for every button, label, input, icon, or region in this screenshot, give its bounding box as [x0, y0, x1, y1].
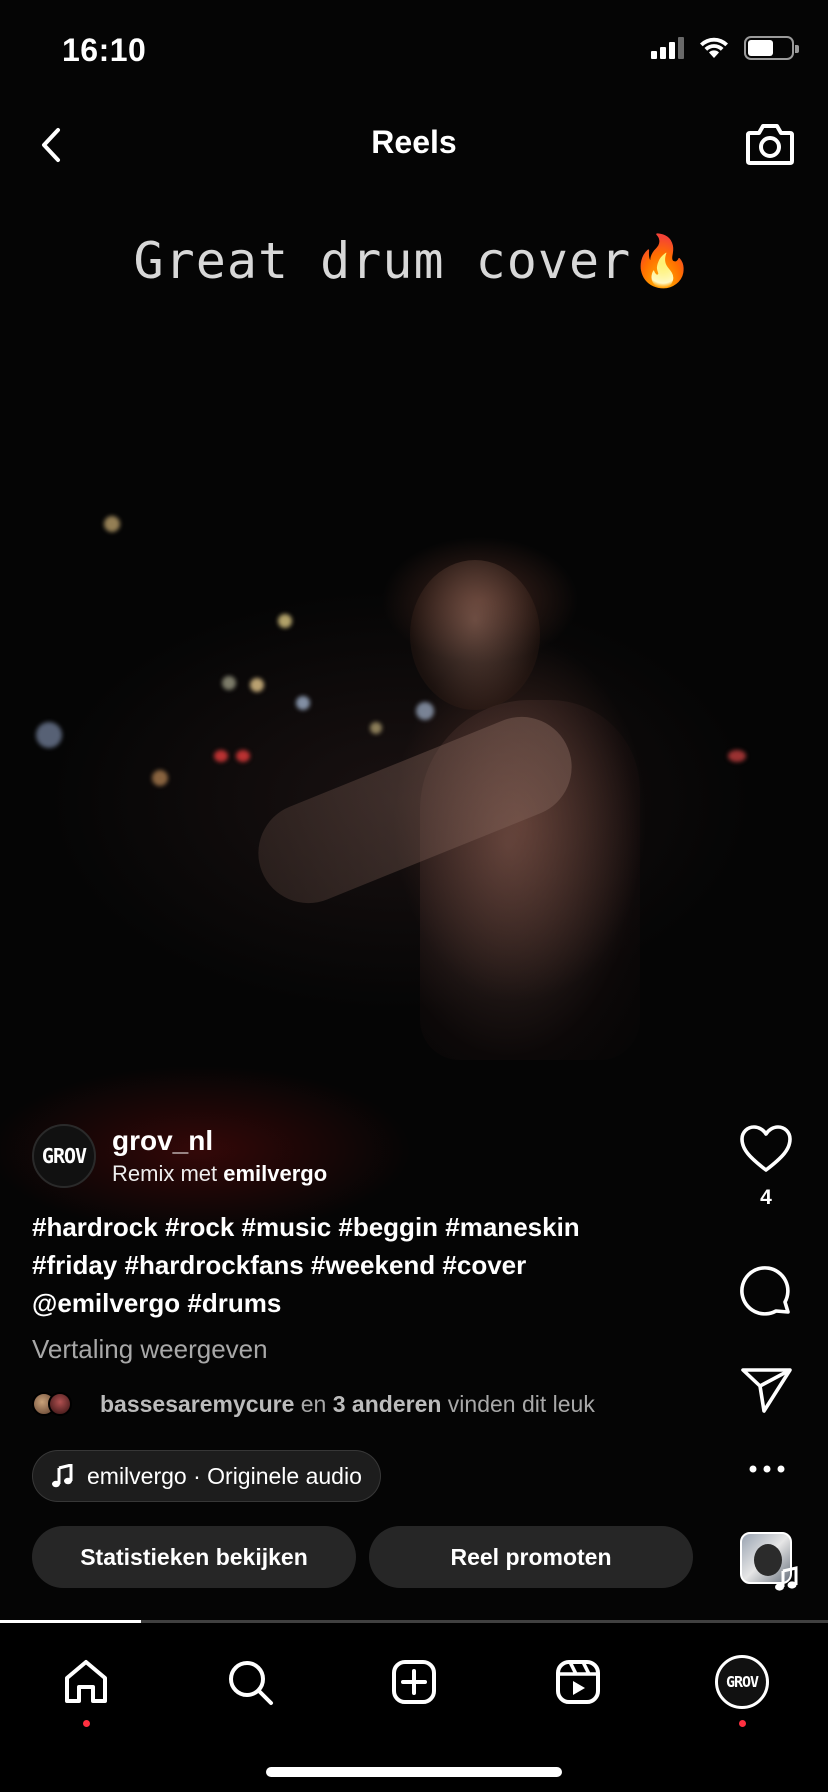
reels-header: Reels: [0, 110, 828, 180]
more-options-button[interactable]: [748, 1464, 786, 1474]
author-avatar[interactable]: GROV: [32, 1124, 96, 1188]
home-indicator[interactable]: [266, 1767, 562, 1777]
likes-others[interactable]: 3 anderen: [333, 1391, 442, 1418]
bokeh-light: [278, 614, 292, 628]
bokeh-light: [104, 516, 120, 532]
plus-square-icon: [392, 1660, 436, 1704]
camera-button[interactable]: [742, 116, 798, 172]
reels-icon: [556, 1660, 600, 1704]
bokeh-light: [370, 722, 382, 734]
like-count: 4: [760, 1186, 772, 1209]
heart-icon: [740, 1125, 792, 1172]
wifi-icon: [700, 37, 728, 58]
translate-link[interactable]: Vertaling weergeven: [32, 1334, 268, 1365]
audio-label: emilvergo · Originele audio: [87, 1462, 362, 1489]
author-row[interactable]: GROV grov_nl Remix met emilvergo: [32, 1124, 327, 1188]
comment-button[interactable]: [738, 1264, 794, 1320]
paper-plane-icon: [741, 1368, 792, 1413]
bokeh-light: [152, 770, 168, 786]
bokeh-light: [416, 702, 434, 720]
reel-caption[interactable]: #hardrock #rock #music #beggin #maneskin…: [32, 1208, 652, 1322]
search-icon: [229, 1661, 273, 1705]
view-insights-button[interactable]: Statistieken bekijken: [32, 1526, 356, 1588]
bokeh-light: [236, 750, 250, 762]
tab-search[interactable]: [215, 1647, 285, 1717]
bokeh-light: [214, 750, 228, 762]
share-button[interactable]: [740, 1366, 794, 1414]
notification-dot: [739, 1720, 746, 1727]
comment-icon: [740, 1266, 790, 1316]
liker-avatar: [48, 1392, 72, 1416]
tab-reels[interactable]: [543, 1647, 613, 1717]
liker-username[interactable]: bassesaremycure: [100, 1391, 294, 1418]
tab-home[interactable]: [51, 1647, 121, 1727]
bokeh-light: [728, 750, 746, 762]
home-icon: [65, 1660, 107, 1703]
video-overlay-text: Great drum cover🔥: [133, 232, 695, 290]
status-time: 16:10: [62, 32, 147, 68]
music-note-icon: [774, 1566, 798, 1597]
audio-pill[interactable]: emilvergo · Originele audio: [32, 1450, 381, 1502]
bokeh-light: [36, 722, 62, 748]
promote-reel-button[interactable]: Reel promoten: [369, 1526, 693, 1588]
page-title: Reels: [371, 124, 457, 160]
status-bar: 16:10: [0, 0, 828, 100]
like-action[interactable]: 4: [736, 1124, 796, 1210]
battery-icon: [744, 36, 799, 60]
tab-create[interactable]: [379, 1647, 449, 1717]
profile-avatar: GROV: [715, 1655, 769, 1709]
remix-label[interactable]: Remix met emilvergo: [112, 1161, 327, 1187]
likes-suffix: vinden dit leuk: [447, 1390, 595, 1417]
notification-dot: [83, 1720, 90, 1727]
camera-icon: [746, 124, 794, 165]
remix-prefix: Remix met: [112, 1161, 218, 1186]
status-icons: [651, 36, 799, 60]
liker-avatars: [32, 1390, 88, 1418]
bokeh-light: [250, 678, 264, 692]
author-text: grov_nl Remix met emilvergo: [112, 1125, 327, 1187]
more-horizontal-icon: [749, 1465, 785, 1473]
music-note-icon: [52, 1464, 73, 1488]
likes-joiner: en: [300, 1390, 327, 1417]
liked-by-row[interactable]: bassesaremycure en 3 anderen vinden dit …: [32, 1390, 595, 1418]
tab-profile[interactable]: GROV: [707, 1647, 777, 1727]
cellular-signal-icon: [651, 37, 684, 59]
bokeh-light: [222, 676, 236, 690]
remix-user[interactable]: emilvergo: [223, 1161, 327, 1186]
drummer-head: [410, 560, 540, 710]
bokeh-light: [296, 696, 310, 710]
author-username[interactable]: grov_nl: [112, 1125, 327, 1157]
